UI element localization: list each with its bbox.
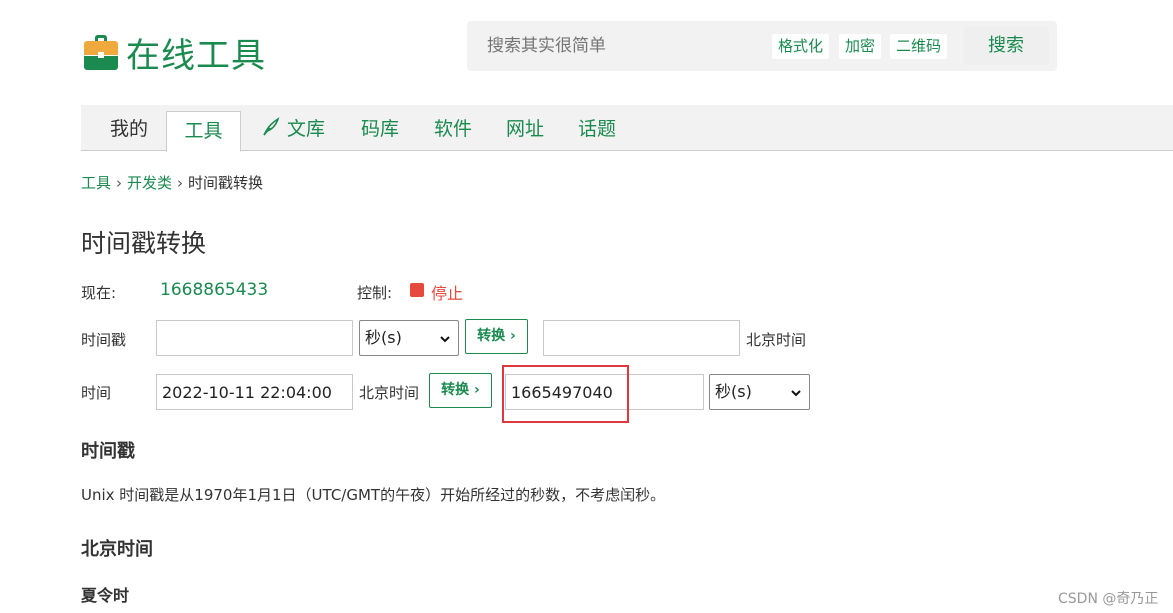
nav-mine[interactable]: 我的 (110, 105, 148, 151)
site-logo[interactable]: 在线工具 (84, 28, 266, 77)
section-beijing-heading: 北京时间 (81, 539, 153, 560)
stop-icon[interactable] (410, 283, 424, 297)
toolbox-icon (84, 34, 118, 71)
section-timestamp-heading: 时间戳 (81, 441, 135, 462)
page-title: 时间戳转换 (81, 229, 207, 258)
chip-encrypt[interactable]: 加密 (839, 34, 882, 59)
timestamp-output[interactable] (543, 320, 740, 356)
section-timestamp-desc: Unix 时间戳是从1970年1月1日（UTC/GMT的午夜）开始所经过的秒数，… (81, 486, 666, 504)
time-unit-select[interactable]: 秒(s) (709, 374, 810, 410)
breadcrumb-dev[interactable]: 开发类 (127, 174, 172, 192)
timestamp-label: 时间戳 (81, 331, 127, 349)
nav-topics[interactable]: 话题 (578, 105, 616, 151)
nav-websites[interactable]: 网址 (506, 105, 544, 151)
annotation-highlight-box (502, 365, 629, 423)
breadcrumb-current: 时间戳转换 (188, 174, 264, 192)
chip-qrcode[interactable]: 二维码 (890, 34, 948, 59)
time-convert-button[interactable]: 转换 › (429, 373, 492, 408)
breadcrumb: 工具 › 开发类 › 时间戳转换 (81, 172, 263, 193)
search-button[interactable]: 搜索 (963, 27, 1049, 65)
nav-code[interactable]: 码库 (361, 105, 399, 151)
nav-software[interactable]: 软件 (434, 105, 472, 151)
chevron-down-icon (440, 336, 450, 343)
now-label: 现在: (81, 284, 117, 302)
time-unit-value: 秒(s) (715, 382, 752, 401)
now-timestamp: 1668865433 (160, 280, 269, 300)
stop-button[interactable]: 停止 (431, 280, 463, 304)
time-label: 时间 (81, 384, 112, 402)
nav-tools[interactable]: 工具 (166, 111, 241, 152)
logo-text: 在线工具 (126, 36, 266, 76)
timestamp-convert-button[interactable]: 转换 › (465, 319, 528, 354)
control-label: 控制: (357, 284, 393, 302)
breadcrumb-tools[interactable]: 工具 (81, 174, 111, 192)
timestamp-output-suffix: 北京时间 (746, 331, 807, 349)
main-nav: 我的 工具 文库 码库 软件 网址 话题 (81, 105, 1173, 152)
breadcrumb-separator: › (177, 174, 184, 192)
breadcrumb-separator: › (116, 174, 123, 192)
section-dst-heading: 夏令时 (81, 586, 130, 605)
nav-docs-label: 文库 (287, 118, 326, 140)
chevron-down-icon (791, 390, 801, 397)
timestamp-unit-select[interactable]: 秒(s) (359, 320, 459, 356)
search-bar: 格式化 加密 二维码 搜索 (467, 21, 1057, 71)
time-input[interactable] (156, 374, 353, 410)
watermark: CSDN @奇乃正 (1058, 591, 1159, 607)
quill-icon (263, 117, 280, 136)
time-input-suffix: 北京时间 (359, 384, 420, 402)
timestamp-unit-value: 秒(s) (365, 328, 402, 347)
search-input[interactable] (487, 21, 767, 71)
timestamp-input[interactable] (156, 320, 353, 356)
nav-docs[interactable]: 文库 (261, 105, 325, 151)
chip-format[interactable]: 格式化 (772, 34, 830, 59)
